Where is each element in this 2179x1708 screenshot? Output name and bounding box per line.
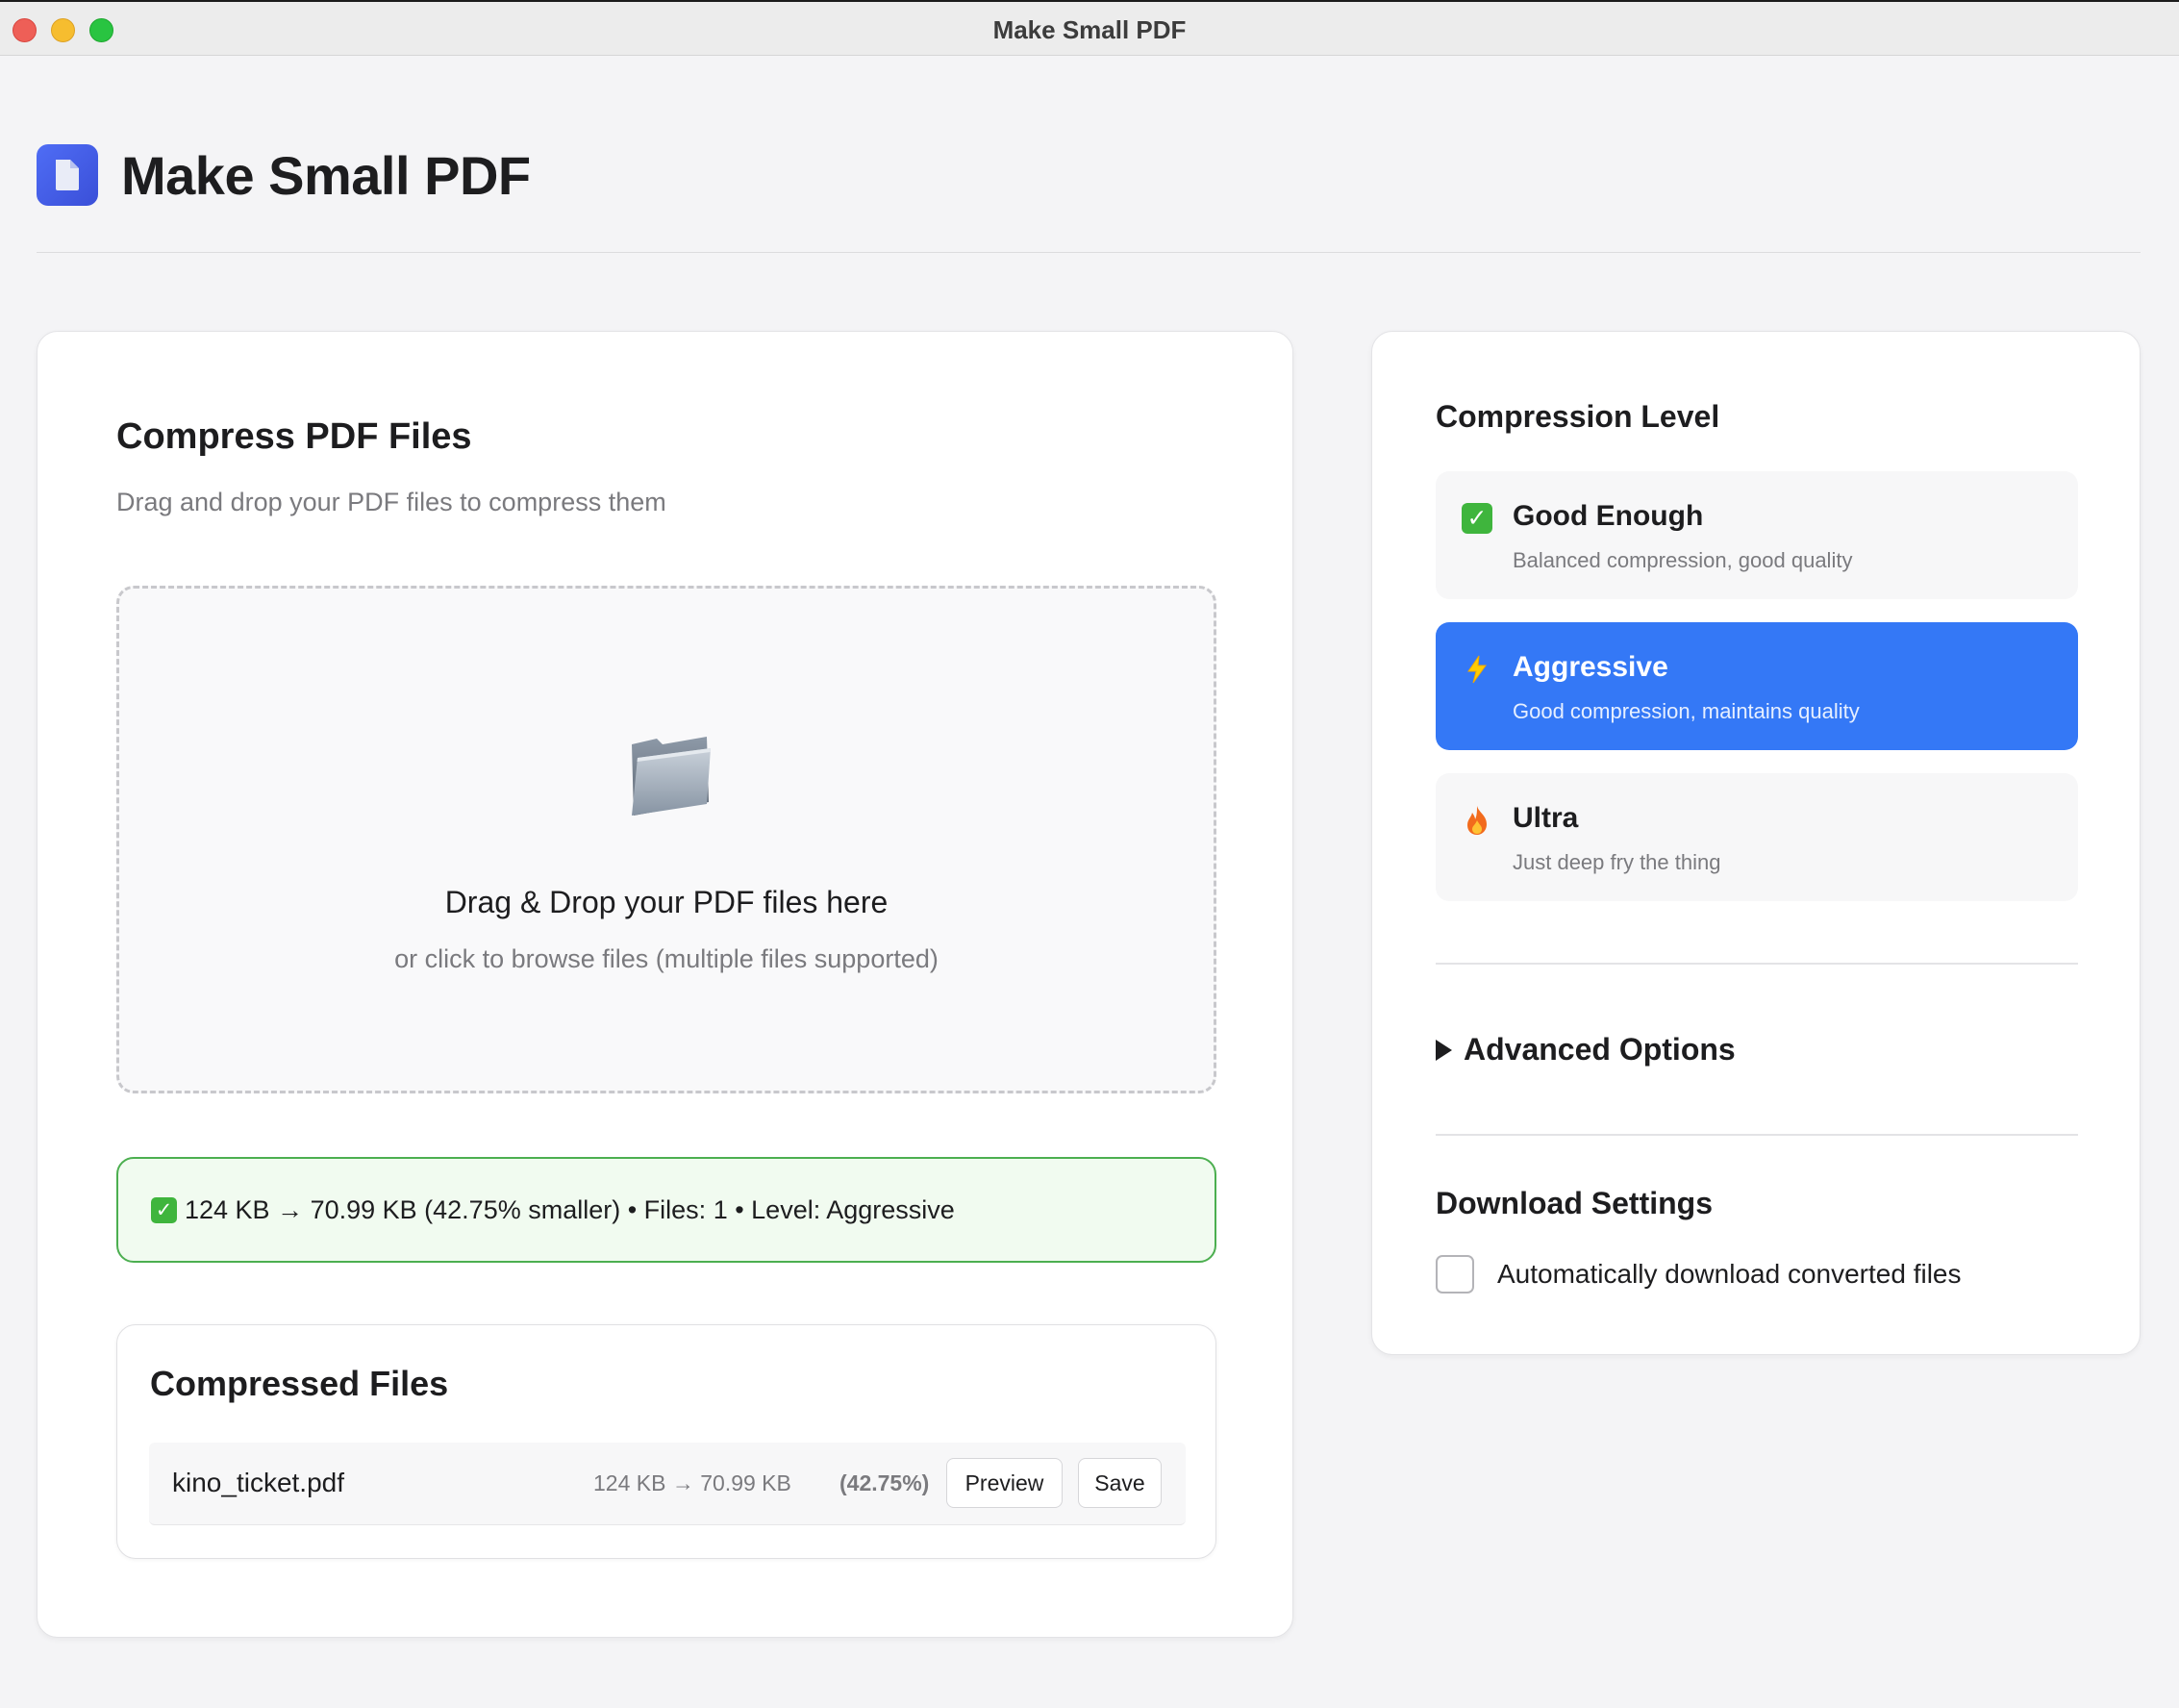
dropzone-subtitle: or click to browse files (multiple files…: [394, 944, 939, 973]
compressed-files-title: Compressed Files: [150, 1364, 449, 1403]
check-mark-icon: ✓: [151, 1196, 177, 1223]
option-description: Just deep fry the thing: [1513, 850, 1721, 874]
option-description: Good compression, maintains quality: [1513, 699, 1860, 723]
compressed-files-panel: Compressed Files kino_ticket.pdf 124 KB …: [116, 1324, 1216, 1559]
advanced-options-label: Advanced Options: [1464, 1032, 1736, 1067]
download-settings-title: Download Settings: [1436, 1186, 1713, 1220]
compress-card: Compress PDF Files Drag and drop your PD…: [37, 331, 1293, 1638]
folder-icon: [632, 737, 711, 816]
dropzone-title: Drag & Drop your PDF files here: [444, 885, 889, 919]
option-title: Aggressive: [1513, 651, 1668, 683]
divider: [1436, 963, 2078, 965]
title-bar: Make Small PDF: [0, 0, 2179, 56]
status-banner: ✓ 124 KB → 70.99 KB (42.75% smaller) • F…: [116, 1157, 1216, 1263]
app-title: Make Small PDF: [121, 144, 531, 206]
option-ultra[interactable]: Ultra Just deep fry the thing: [1436, 773, 2078, 901]
file-sizes: 124 KB → 70.99 KB: [593, 1470, 791, 1495]
status-text: 124 KB → 70.99 KB (42.75% smaller) • Fil…: [185, 1194, 955, 1224]
option-title: Ultra: [1513, 802, 1579, 834]
check-mark-icon: ✓: [1461, 502, 1493, 535]
disclosure-triangle-icon: [1436, 1039, 1452, 1061]
app-header: Make Small PDF: [37, 141, 531, 209]
compress-subtitle: Drag and drop your PDF files to compress…: [116, 488, 666, 516]
pdf-dropzone[interactable]: Drag & Drop your PDF files here or click…: [116, 586, 1216, 1093]
option-good-enough[interactable]: ✓ Good Enough Balanced compression, good…: [1436, 471, 2078, 599]
option-aggressive[interactable]: Aggressive Good compression, maintains q…: [1436, 622, 2078, 750]
window-title: Make Small PDF: [992, 15, 1187, 44]
fire-icon: [1461, 804, 1493, 837]
auto-download-label[interactable]: Automatically download converted files: [1497, 1259, 1961, 1290]
file-row: kino_ticket.pdf 124 KB → 70.99 KB (42.75…: [149, 1443, 1186, 1525]
file-name: kino_ticket.pdf: [172, 1468, 344, 1497]
app-window: Make Small PDF Make Small PDF Compress P…: [0, 0, 2179, 1708]
compress-title: Compress PDF Files: [116, 416, 472, 457]
header-divider: [37, 252, 2141, 253]
lightning-icon: [1461, 653, 1493, 686]
preview-button[interactable]: Preview: [946, 1458, 1063, 1508]
document-icon: [37, 144, 98, 206]
option-title: Good Enough: [1513, 500, 1704, 532]
settings-card: Compression Level ✓ Good Enough Balanced…: [1371, 331, 2141, 1355]
advanced-options-toggle[interactable]: Advanced Options: [1436, 1032, 1736, 1068]
compression-level-title: Compression Level: [1436, 399, 1720, 434]
save-button[interactable]: Save: [1078, 1458, 1162, 1508]
file-percent: (42.75%): [839, 1470, 930, 1495]
option-description: Balanced compression, good quality: [1513, 548, 1853, 572]
divider: [1436, 1134, 2078, 1136]
auto-download-row: Automatically download converted files: [1436, 1255, 1961, 1294]
auto-download-checkbox[interactable]: [1436, 1255, 1474, 1294]
